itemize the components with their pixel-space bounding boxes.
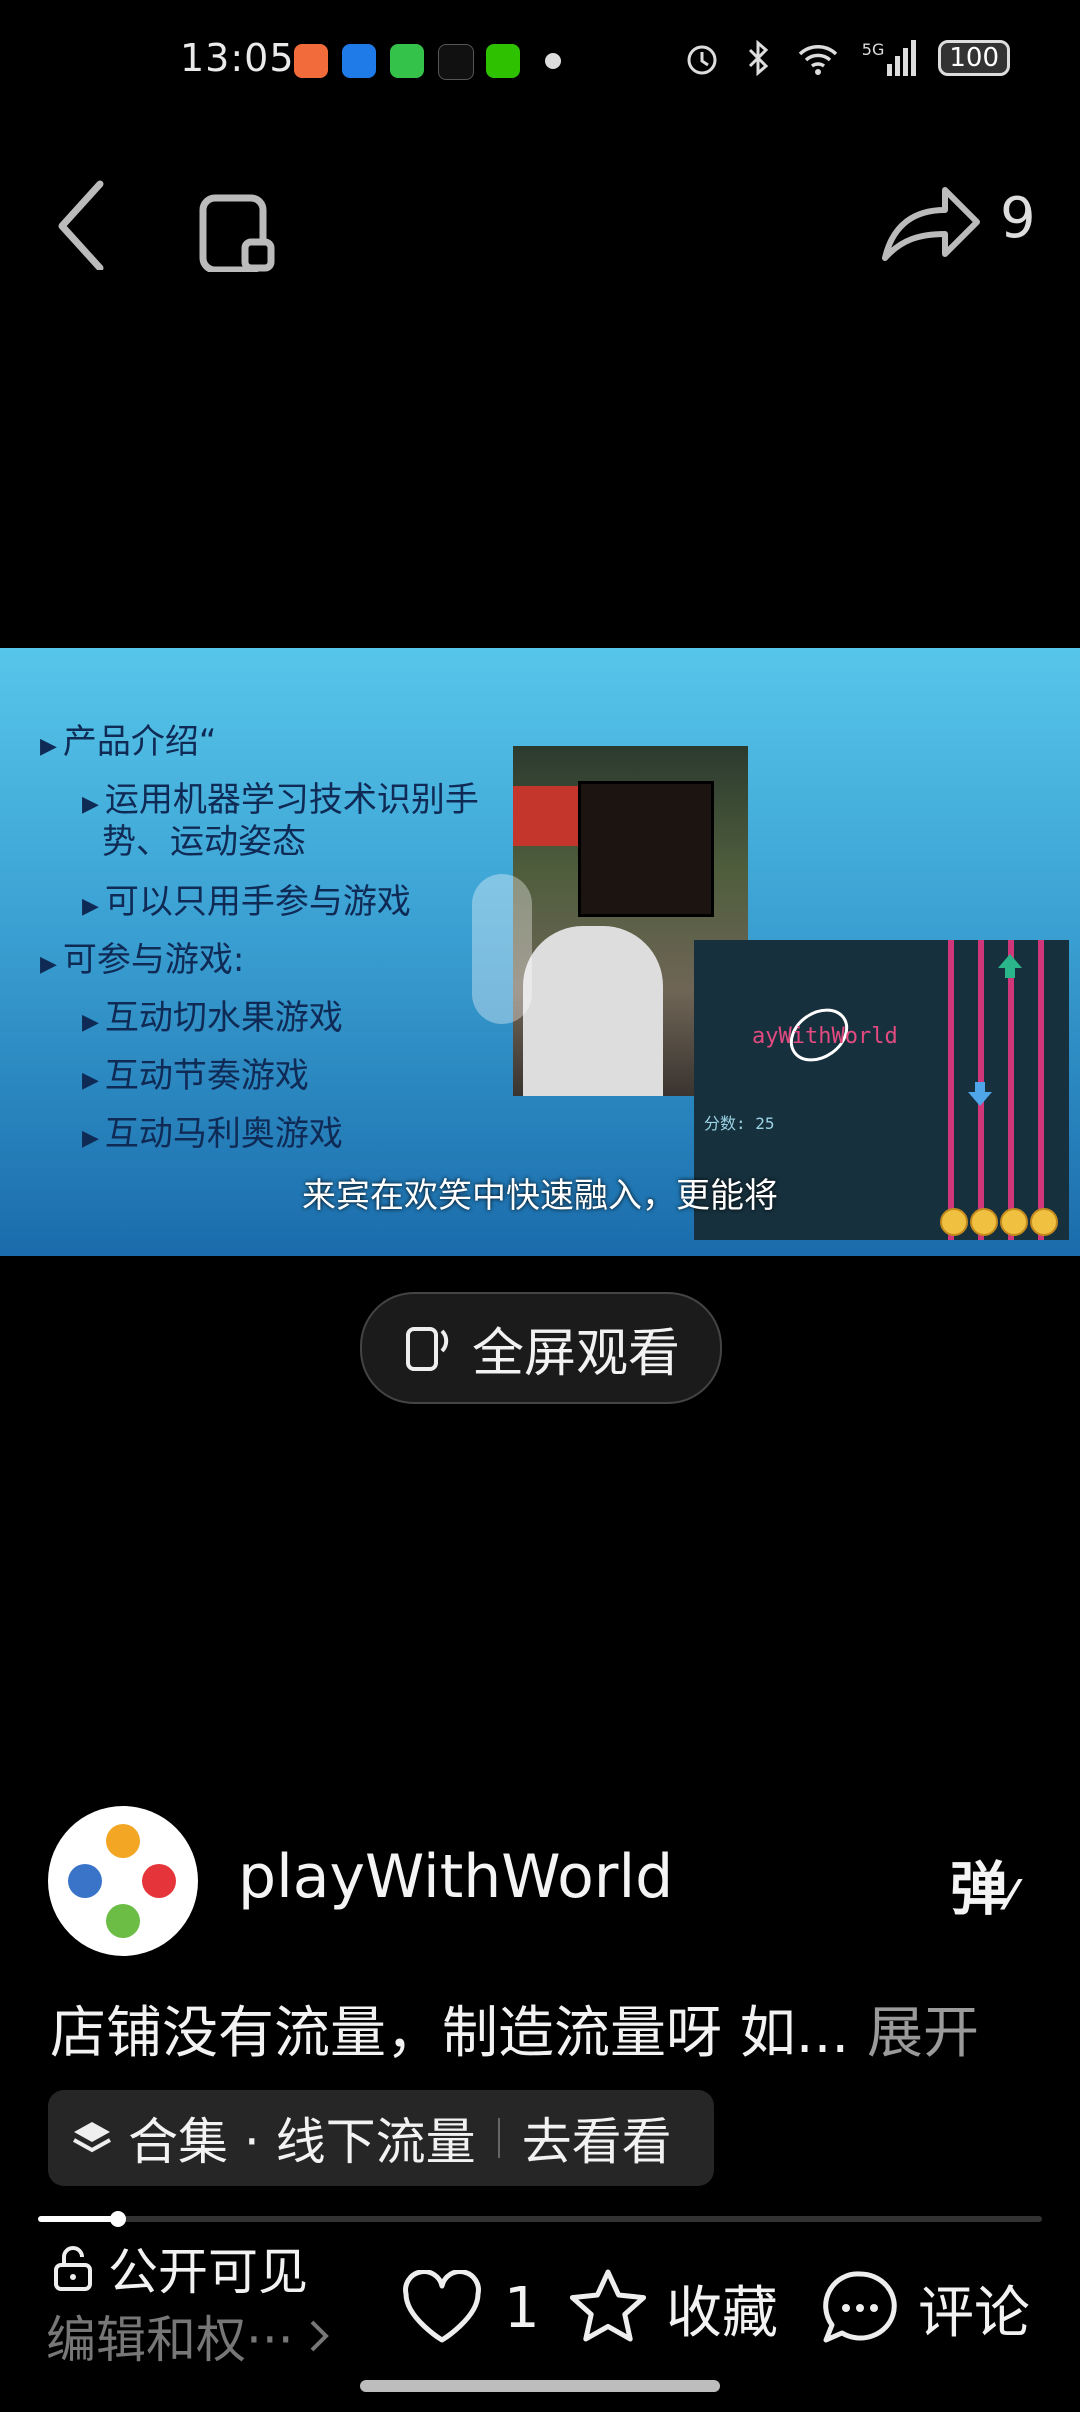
play-button[interactable]	[472, 874, 532, 1024]
photo-person	[523, 926, 663, 1096]
device-icon	[199, 194, 275, 274]
chevron-left-icon	[58, 180, 104, 272]
back-button[interactable]	[50, 170, 120, 272]
home-indicator[interactable]	[360, 2380, 720, 2392]
fullscreen-icon	[405, 1327, 449, 1371]
signal-icon: 5G	[862, 40, 917, 76]
video-progress-bar[interactable]	[38, 2211, 1042, 2227]
visibility-label: 公开可见	[108, 2243, 308, 2301]
network-label: 5G	[861, 40, 885, 59]
status-time: 13:05	[180, 36, 295, 80]
video-app-icon	[294, 44, 328, 78]
avatar-dot	[106, 1824, 140, 1858]
layers-icon	[73, 2122, 111, 2153]
tiktok-app-icon	[438, 44, 474, 80]
author-name[interactable]: playWithWorld	[238, 1842, 673, 1912]
game-title: ayWithWorld	[752, 1024, 898, 1049]
comment-icon	[823, 2271, 897, 2343]
arrow-up-icon	[998, 954, 1022, 978]
share-button[interactable]	[875, 170, 985, 270]
like-count: 1	[504, 2275, 540, 2341]
edit-permissions-link[interactable]: 编辑和权···	[46, 2300, 334, 2372]
rotate-device-button[interactable]	[195, 172, 285, 274]
fullscreen-button[interactable]: 全屏观看	[360, 1292, 722, 1404]
danmaku-toggle[interactable]: 弹⁄	[950, 1842, 1015, 1926]
visibility-setting[interactable]: 公开可见	[50, 2232, 308, 2304]
avatar-dot	[68, 1864, 102, 1898]
status-bar: 13:05 5G 100	[0, 0, 1080, 120]
comment-button[interactable]: 评论	[818, 2266, 1030, 2350]
wechat-app-icon	[486, 44, 520, 78]
unlock-icon	[54, 2246, 92, 2291]
share-icon	[882, 187, 980, 261]
expand-link[interactable]: 展开	[867, 2001, 979, 2066]
star-icon	[569, 2269, 647, 2342]
video-subtitle: 来宾在欢笑中快速融入，更能将	[302, 1176, 778, 1216]
shopping-app-icon	[342, 44, 376, 78]
top-nav: 9	[0, 150, 1080, 290]
progress-knob[interactable]	[110, 2211, 127, 2227]
avatar-dot	[106, 1904, 140, 1938]
avatar-dot	[142, 1864, 176, 1898]
danmaku-label: 弹	[950, 1855, 1009, 1923]
slide-line: 势、运动姿态	[102, 822, 306, 862]
slide-line: ▶ 产品介绍“	[40, 722, 217, 762]
collection-title: 合集 · 线下流量	[128, 2113, 476, 2171]
wifi-icon	[798, 45, 837, 75]
video-description[interactable]: 店铺没有流量，制造流量呀 如... 展开	[50, 1988, 979, 2069]
collection-divider	[497, 2118, 500, 2158]
fullscreen-label: 全屏观看	[471, 1323, 680, 1384]
collection-go-button[interactable]: 去看看	[522, 2102, 672, 2174]
status-icons: 5G 100	[682, 38, 1010, 78]
messages-app-icon	[390, 44, 424, 78]
video-player[interactable]: ▶ 产品介绍“ ▶ 运用机器学习技术识别手 势、运动姿态 ▶ 可以只用手参与游戏 ▶ 可…	[0, 648, 1080, 1256]
comment-label: 评论	[918, 2280, 1030, 2346]
battery-indicator: 100	[938, 40, 1010, 76]
like-button[interactable]: 1	[400, 2270, 540, 2346]
photo-screen	[578, 781, 714, 917]
slide-line: ▶ 互动节奏游戏	[82, 1056, 309, 1096]
heart-icon	[403, 2270, 481, 2343]
chevron-right-icon	[310, 2320, 329, 2352]
author-avatar[interactable]	[48, 1806, 198, 1956]
game-score: 分数: 25	[704, 1114, 775, 1133]
bluetooth-icon	[748, 39, 768, 77]
progress-fill	[38, 2216, 119, 2222]
alarm-icon	[687, 45, 717, 75]
slide-line: ▶ 互动切水果游戏	[82, 998, 343, 1038]
slide-line: ▶ 互动马利奥游戏	[82, 1114, 343, 1154]
notification-dot-icon	[545, 53, 561, 69]
collect-button[interactable]: 收藏	[566, 2266, 778, 2350]
slide-line: ▶ 可以只用手参与游戏	[82, 882, 411, 922]
edit-permissions-label: 编辑和权···	[46, 2311, 294, 2369]
description-text: 店铺没有流量，制造流量呀 如...	[50, 2001, 850, 2066]
collect-label: 收藏	[666, 2280, 778, 2346]
collection-card[interactable]: 合集 · 线下流量 去看看	[48, 2090, 714, 2186]
share-count: 9	[1000, 186, 1036, 251]
arrow-down-icon	[968, 1082, 992, 1106]
slide-line: ▶ 可参与游戏:	[40, 940, 245, 980]
